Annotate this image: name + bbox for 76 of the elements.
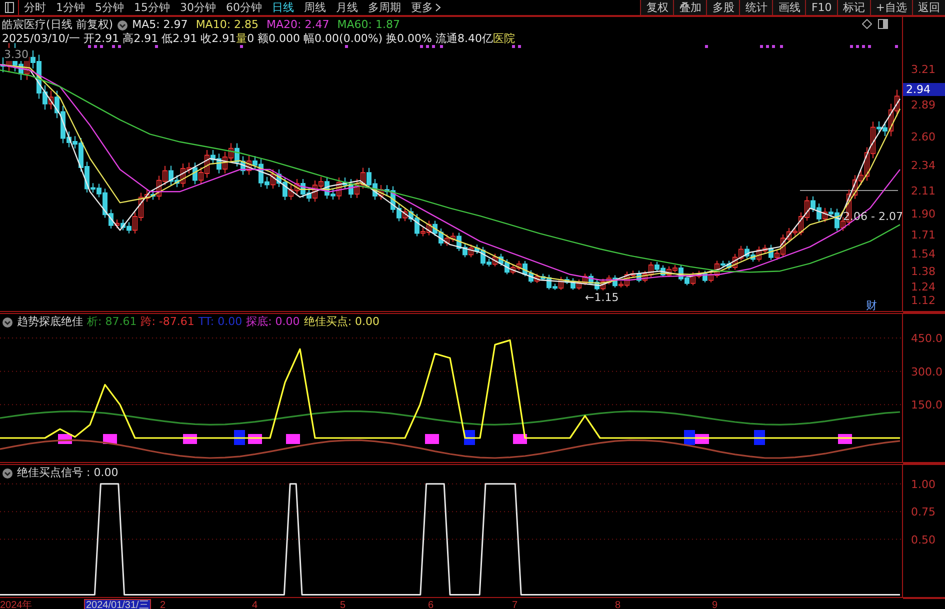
indicator-reading: 跨: -87.61: [140, 315, 194, 329]
axis-label: 1.71: [911, 228, 936, 242]
toolbar-button[interactable]: 叠加: [673, 0, 706, 15]
quote-text: 量: [236, 32, 248, 45]
diamond-icon[interactable]: [862, 19, 872, 29]
toolbar-button[interactable]: 画线: [772, 0, 806, 15]
chart-annotation: 财: [866, 298, 877, 313]
period-tab[interactable]: 分时: [19, 0, 51, 15]
chart-annotation: 3.30: [4, 48, 28, 61]
toolbar-button[interactable]: 返回: [912, 0, 945, 15]
date-label: 2024年: [0, 599, 32, 609]
axis-label: 0.50: [911, 533, 936, 546]
period-tab[interactable]: 多周期: [363, 0, 406, 15]
date-label: 9: [712, 599, 718, 609]
indicator-title: 绝佳买点信号 : 0.00: [17, 466, 118, 480]
panel-toggle-icon[interactable]: [878, 19, 888, 29]
period-tab[interactable]: 60分钟: [221, 0, 267, 15]
axis-label: 2.89: [911, 98, 936, 112]
date-label: 4: [252, 599, 258, 609]
period-tab[interactable]: 1分钟: [51, 0, 90, 15]
axis-label: 1.90: [911, 208, 936, 221]
period-tab[interactable]: 日线: [267, 0, 299, 15]
signal-marker: [425, 434, 439, 444]
axis-label: 2.34: [911, 159, 936, 172]
panel-icon[interactable]: [4, 2, 14, 13]
signal-marker: [286, 434, 300, 444]
toolbar-button[interactable]: +自选: [870, 0, 912, 15]
axis-label: 1.12: [911, 294, 936, 307]
axis-label: 1.24: [911, 280, 936, 294]
indicator-reading: 绝佳买点: 0.00: [304, 315, 380, 329]
signal-marker: [513, 434, 527, 444]
axis-label: 1.38: [911, 265, 936, 278]
last-price-tag: 2.94: [903, 82, 945, 96]
toolbar-button[interactable]: F10: [805, 0, 837, 15]
toolbar-button[interactable]: 标记: [836, 0, 870, 15]
quote-text: 0 额0.000 幅0.00(0.00%) 换0.00% 流通8.40亿: [247, 32, 493, 45]
indicator-reading: 析: 87.61: [87, 315, 137, 329]
period-tab[interactable]: 30分钟: [175, 0, 221, 15]
toolbar-button[interactable]: 复权: [640, 0, 674, 15]
ma-reading: MA10: 2.85: [196, 18, 259, 32]
axis-label: 150.0: [911, 398, 942, 412]
axis-label: 1.00: [911, 478, 936, 491]
quote-text: 2025/03/10/一 开2.91 高2.91 低2.91 收2.91: [2, 32, 236, 45]
date-label: 5: [340, 599, 346, 609]
toolbar-button[interactable]: 统计: [739, 0, 772, 15]
indicator-reading: 探底: 0.00: [246, 315, 300, 329]
quote-text: 医院: [493, 32, 515, 45]
chevron-right-icon: [435, 3, 441, 12]
date-label: 7: [512, 599, 518, 609]
chevron-down-icon: [2, 316, 13, 328]
toolbar-button[interactable]: 多股: [706, 0, 740, 15]
indicator-reading: TT: 0.00: [198, 315, 242, 329]
date-label: 6: [428, 599, 434, 609]
period-tab[interactable]: 15分钟: [129, 0, 175, 15]
period-tab[interactable]: 更多: [406, 0, 446, 15]
period-tab[interactable]: 周线: [299, 0, 331, 15]
period-tab[interactable]: 5分钟: [90, 0, 129, 15]
chevron-down-icon: [2, 468, 13, 478]
axis-label: 3.21: [911, 63, 936, 76]
ma-reading: MA20: 2.47: [266, 18, 330, 32]
ma-reading: MA5: 2.97: [132, 18, 188, 32]
date-label: 2: [160, 599, 166, 609]
axis-label: 2.11: [911, 184, 936, 198]
stock-title: 皓宸医疗(日线 前复权): [2, 18, 114, 32]
date-label: 8: [615, 599, 621, 609]
axis-label: 0.75: [911, 506, 936, 519]
indicator-title: 趋势探底绝佳: [17, 315, 83, 329]
axis-label: 2.60: [911, 130, 936, 144]
axis-label: 450.0: [911, 332, 942, 345]
date-label: 2024/01/31/三: [84, 599, 151, 609]
ma-reading: MA60: 1.87: [337, 18, 400, 32]
axis-label: 300.0: [911, 365, 942, 378]
axis-label: 1.54: [911, 247, 936, 260]
chart-annotation: ←1.15: [585, 291, 619, 304]
chevron-down-icon: [117, 20, 128, 30]
period-tab[interactable]: 月线: [331, 0, 363, 15]
